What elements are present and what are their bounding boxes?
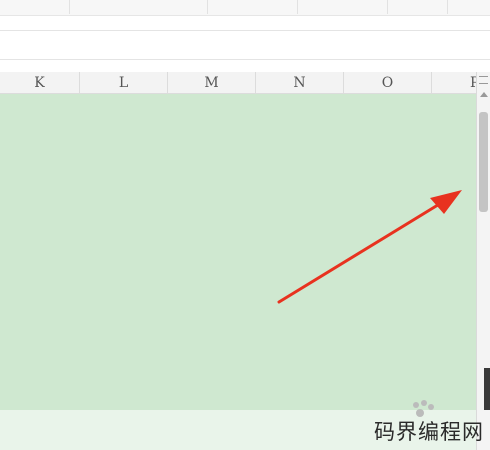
column-header-row: K L M N O P: [0, 72, 479, 94]
toolbar-segment[interactable]: [208, 0, 298, 14]
watermark-text: 码界编程网: [374, 420, 484, 444]
column-header-l[interactable]: L: [80, 72, 168, 94]
column-header-k[interactable]: K: [0, 72, 80, 94]
toolbar-segment[interactable]: [388, 0, 448, 14]
menu-icon[interactable]: [479, 76, 488, 84]
selected-cell-range[interactable]: [0, 94, 476, 410]
toolbar-strip: [0, 0, 490, 16]
toolbar-segment[interactable]: [70, 0, 208, 14]
column-header-n[interactable]: N: [256, 72, 344, 94]
column-header-m[interactable]: M: [168, 72, 256, 94]
side-panel-edge: [484, 368, 490, 410]
toolbar-segment[interactable]: [298, 0, 388, 14]
toolbar-segment[interactable]: [0, 0, 70, 14]
scroll-thumb[interactable]: [479, 112, 488, 212]
column-header-o[interactable]: O: [344, 72, 432, 94]
scroll-up-arrow-icon[interactable]: [480, 92, 488, 97]
formula-bar[interactable]: [0, 30, 490, 60]
